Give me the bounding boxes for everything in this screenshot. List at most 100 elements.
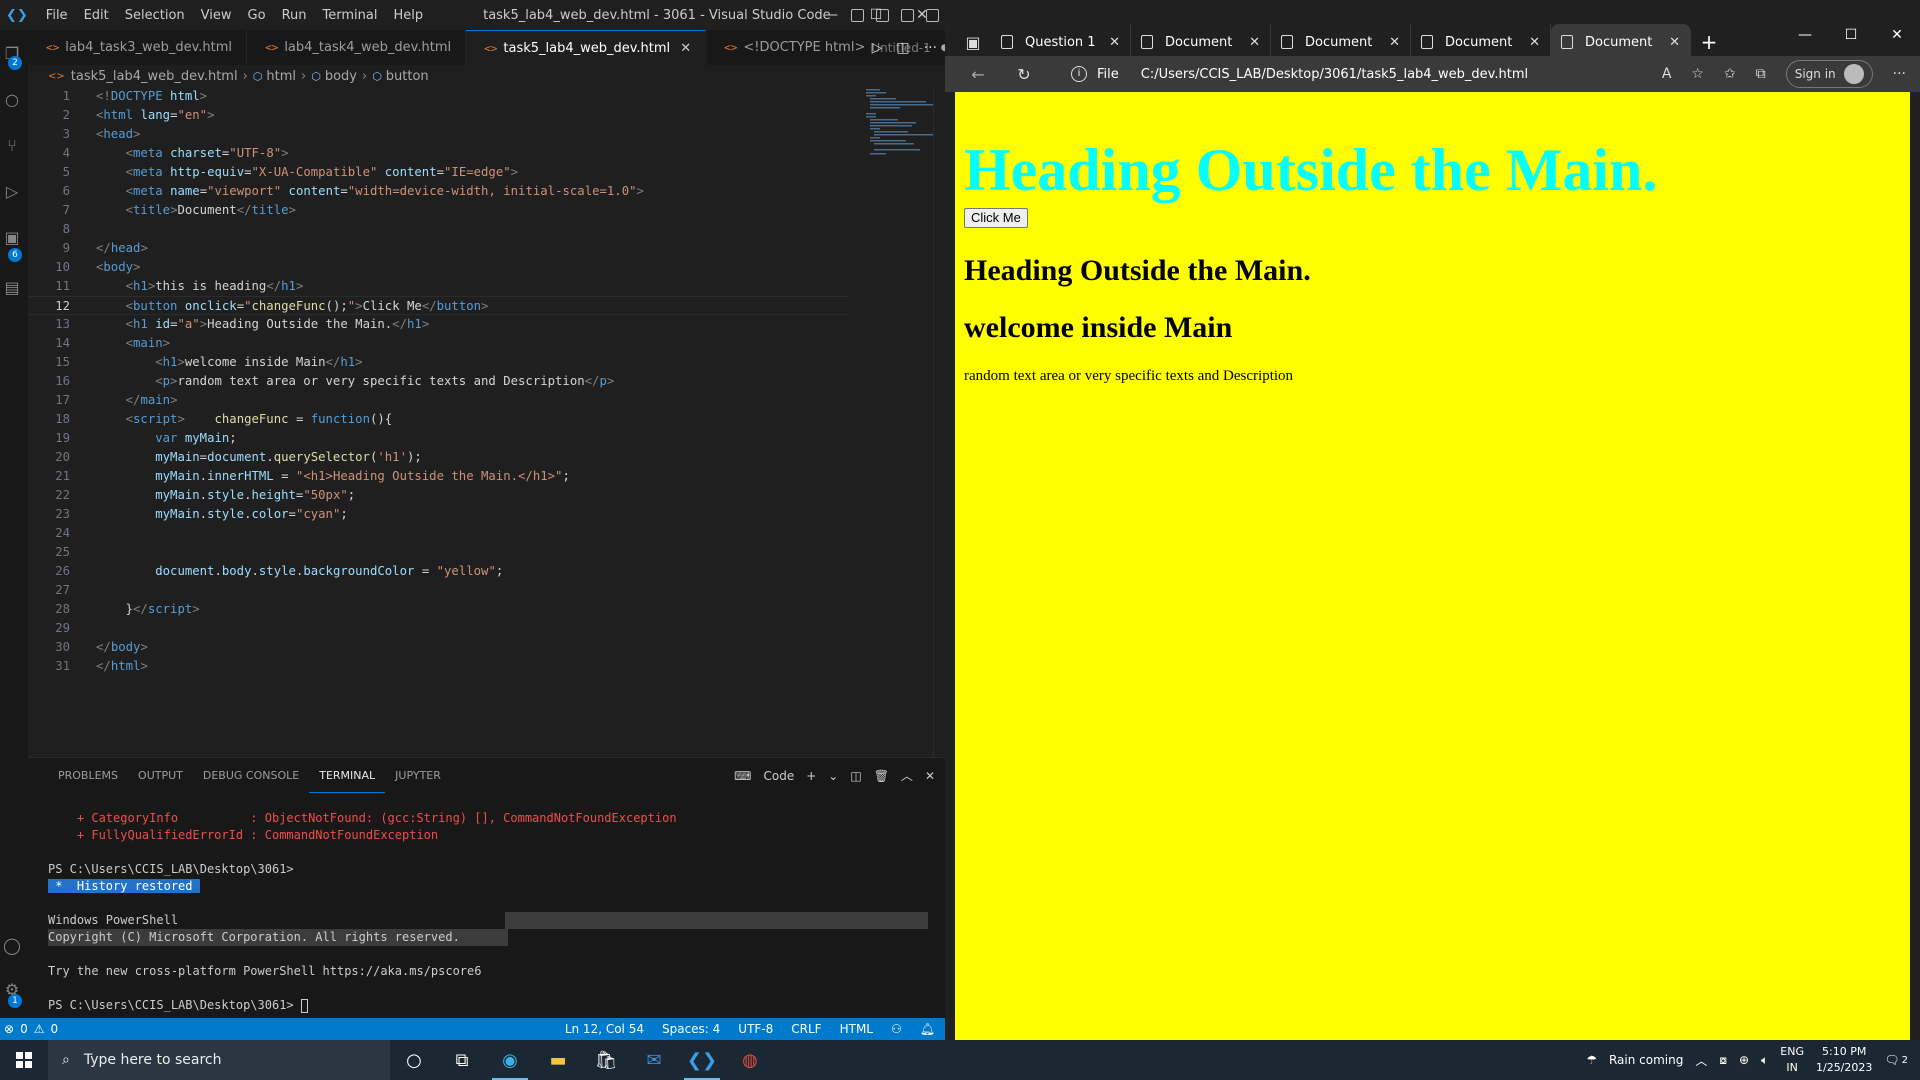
collections-icon[interactable]: ⧉ xyxy=(1756,66,1766,82)
weather-text[interactable]: Rain coming xyxy=(1609,1053,1683,1067)
close-tab-icon[interactable]: ✕ xyxy=(1389,35,1400,50)
maximize-panel-icon[interactable]: ︿ xyxy=(901,767,913,784)
close-button[interactable]: ✕ xyxy=(1874,20,1920,50)
breadcrumb-html[interactable]: html xyxy=(266,69,296,84)
back-arrow-icon[interactable]: ← xyxy=(965,65,991,84)
menu-terminal[interactable]: Terminal xyxy=(315,8,386,23)
show-hidden-icons-icon[interactable]: ︿ xyxy=(1695,1052,1707,1069)
code-line[interactable]: 8 xyxy=(28,220,848,239)
maximize-button[interactable]: ☐ xyxy=(853,0,899,30)
chrome-app-icon[interactable]: ◍ xyxy=(726,1040,774,1080)
clock[interactable]: 5:10 PM 1/25/2023 xyxy=(1816,1044,1872,1076)
minimap[interactable] xyxy=(866,87,941,157)
code-line[interactable]: 16 <p>random text area or very specific … xyxy=(28,372,848,391)
code-line[interactable]: 14 <main> xyxy=(28,334,848,353)
code-line[interactable]: 27 xyxy=(28,581,848,600)
code-line[interactable]: 9 </head> xyxy=(28,239,848,258)
code-line[interactable]: 3 <head> xyxy=(28,125,848,144)
input-language[interactable]: ENG IN xyxy=(1780,1044,1804,1076)
code-line-current[interactable]: 12 <button onclick="changeFunc();">Click… xyxy=(28,296,848,315)
code-line[interactable]: 17 </main> xyxy=(28,391,848,410)
close-button[interactable]: ✕ xyxy=(899,0,945,30)
run-icon[interactable]: ▷ xyxy=(872,40,883,56)
code-line[interactable]: 20 myMain=document.querySelector('h1'); xyxy=(28,448,848,467)
code-editor[interactable]: 1 <!DOCTYPE html> 2 <html lang="en"> 3 <hea… xyxy=(28,87,945,757)
click-me-button[interactable]: Click Me xyxy=(964,208,1028,228)
code-line[interactable]: 10 <body> xyxy=(28,258,848,277)
code-line[interactable]: 18 <script> changeFunc = function(){ xyxy=(28,410,848,429)
edge-app-icon[interactable]: ◉ xyxy=(486,1040,534,1080)
menu-edit[interactable]: Edit xyxy=(76,8,117,23)
breadcrumb-body[interactable]: body xyxy=(325,69,357,84)
menu-view[interactable]: View xyxy=(193,8,240,23)
close-panel-icon[interactable]: ✕ xyxy=(925,769,935,783)
tab-lab4-task4[interactable]: <> lab4_task4_web_dev.html xyxy=(247,30,467,65)
favorites-icon[interactable]: ✩ xyxy=(1724,66,1736,82)
indentation[interactable]: Spaces: 4 xyxy=(662,1022,720,1036)
extensions-icon[interactable]: ▣ xyxy=(2,228,22,248)
browser-tab-document[interactable]: Document ✕ xyxy=(1411,24,1551,60)
code-line[interactable]: 6 <meta name="viewport" content="width=d… xyxy=(28,182,848,201)
notification-center-icon[interactable]: 🗨︎ xyxy=(1884,1053,1899,1067)
more-menu-icon[interactable]: ··· xyxy=(1893,66,1906,82)
tab-jupyter[interactable]: JUPYTER xyxy=(385,758,451,793)
task-view-icon[interactable]: ⧉ xyxy=(438,1040,486,1080)
start-button[interactable] xyxy=(0,1040,48,1080)
new-tab-icon[interactable]: + xyxy=(1691,24,1727,60)
breadcrumb-file[interactable]: task5_lab4_web_dev.html xyxy=(71,69,238,84)
code-line[interactable]: 29 xyxy=(28,619,848,638)
breadcrumb-button[interactable]: button xyxy=(386,69,429,84)
error-count[interactable]: 0 xyxy=(20,1022,28,1036)
sign-in-button[interactable]: Sign in xyxy=(1785,60,1873,88)
close-tab-icon[interactable]: ✕ xyxy=(1109,35,1120,50)
volume-icon[interactable]: 🔈︎ xyxy=(1761,1053,1768,1068)
tab-actions-icon[interactable]: ▣ xyxy=(955,24,991,60)
more-actions-icon[interactable]: ··· xyxy=(924,40,937,56)
tab-task5-lab4[interactable]: <> task5_lab4_web_dev.html ✕ xyxy=(466,30,707,65)
maximize-button[interactable]: ☐ xyxy=(1828,20,1874,50)
close-tab-icon[interactable]: ✕ xyxy=(1529,35,1540,50)
browser-tab-document[interactable]: Document ✕ xyxy=(1131,24,1271,60)
add-favorite-icon[interactable]: ☆ xyxy=(1691,66,1704,82)
tab-debug-console[interactable]: DEBUG CONSOLE xyxy=(193,758,309,793)
code-line[interactable]: 11 <h1>this is heading</h1> xyxy=(28,277,848,296)
read-aloud-icon[interactable]: A xyxy=(1662,66,1672,82)
refresh-icon[interactable]: ↻ xyxy=(1011,65,1037,84)
feedback-icon[interactable]: ⚇ xyxy=(891,1022,902,1036)
testing-icon[interactable]: ▤ xyxy=(2,278,22,298)
code-line[interactable]: 21 myMain.innerHTML = "<h1>Heading Outsi… xyxy=(28,467,848,486)
menu-help[interactable]: Help xyxy=(385,8,431,23)
store-icon[interactable]: 🛍︎ xyxy=(582,1040,630,1080)
close-tab-icon[interactable]: ✕ xyxy=(1669,35,1680,50)
split-terminal-icon[interactable]: ◫ xyxy=(850,769,861,783)
error-icon[interactable]: ⊗ xyxy=(4,1022,14,1036)
terminal-shell-label[interactable]: Code xyxy=(763,769,794,783)
code-line[interactable]: 24 xyxy=(28,524,848,543)
code-line[interactable]: 2 <html lang="en"> xyxy=(28,106,848,125)
code-line[interactable]: 19 var myMain; xyxy=(28,429,848,448)
browser-tab-question-1[interactable]: Question 1 ✕ xyxy=(991,24,1131,60)
taskbar-search[interactable]: ⌕ Type here to search xyxy=(48,1040,390,1080)
tab-output[interactable]: OUTPUT xyxy=(128,758,193,793)
menu-file[interactable]: File xyxy=(38,8,76,23)
minimize-button[interactable]: — xyxy=(1782,20,1828,50)
close-tab-icon[interactable]: ✕ xyxy=(1249,35,1260,50)
cursor-position[interactable]: Ln 12, Col 54 xyxy=(565,1022,644,1036)
mail-icon[interactable]: ✉ xyxy=(630,1040,678,1080)
kill-terminal-icon[interactable]: 🗑 xyxy=(874,769,889,783)
line-ending[interactable]: CRLF xyxy=(791,1022,821,1036)
vscode-app-icon[interactable]: ❮❯ xyxy=(678,1040,726,1080)
code-line[interactable]: 31 </html> xyxy=(28,657,848,676)
code-line[interactable]: 5 <meta http-equiv="X-UA-Compatible" con… xyxy=(28,163,848,182)
code-line[interactable]: 25 xyxy=(28,543,848,562)
code-line[interactable]: 13 <h1 id="a">Heading Outside the Main.<… xyxy=(28,315,848,334)
encoding[interactable]: UTF-8 xyxy=(738,1022,773,1036)
accounts-icon[interactable]: ◯ xyxy=(2,936,22,956)
network-icon[interactable]: ⊕ xyxy=(1739,1053,1749,1067)
source-control-icon[interactable]: ⑂ xyxy=(2,136,22,156)
new-terminal-icon[interactable]: + xyxy=(806,769,816,783)
code-line[interactable]: 4 <meta charset="UTF-8"> xyxy=(28,144,848,163)
browser-tab-document[interactable]: Document ✕ xyxy=(1271,24,1411,60)
code-line[interactable]: 7 <title>Document</title> xyxy=(28,201,848,220)
code-line[interactable]: 22 myMain.style.height="50px"; xyxy=(28,486,848,505)
